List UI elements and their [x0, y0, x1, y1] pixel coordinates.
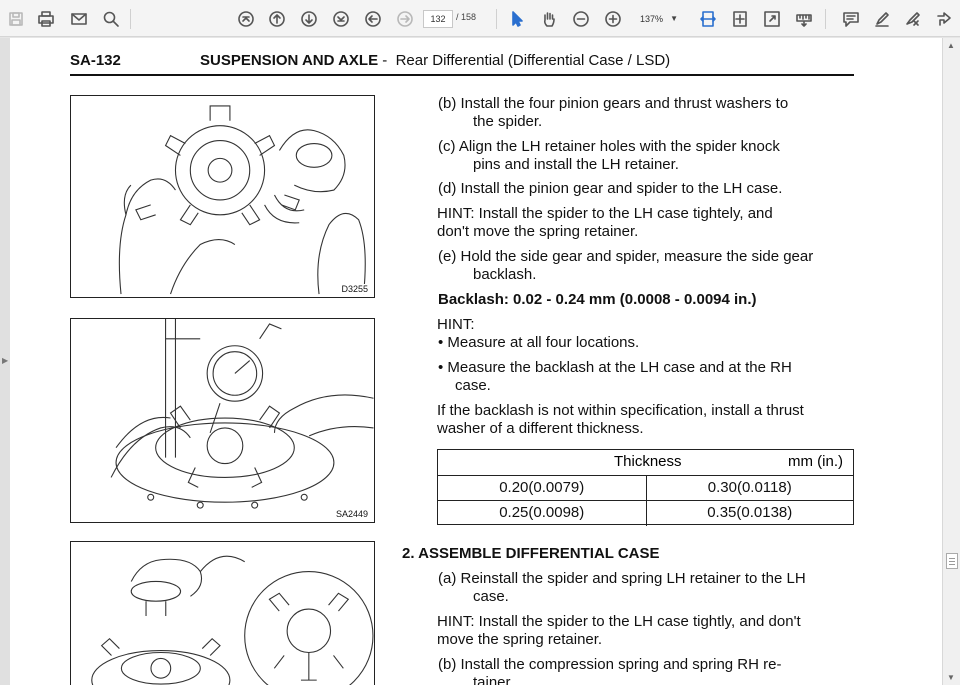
- table-header-thickness: Thickness: [614, 453, 682, 470]
- left-gutter: ▶: [0, 38, 10, 685]
- zoom-in-icon[interactable]: [602, 8, 624, 30]
- table-cell: 0.30(0.0118): [645, 476, 854, 501]
- document-page: SA-132 SUSPENSION AND AXLE - Rear Differ…: [10, 38, 942, 685]
- bullet2-line2: case.: [455, 377, 491, 394]
- fit-width-icon[interactable]: [697, 8, 719, 30]
- spec-note-line2: washer of a different thickness.: [437, 420, 644, 437]
- hint1-line1: HINT: Install the spider to the LH case …: [437, 205, 773, 222]
- print-icon[interactable]: [35, 8, 57, 30]
- table-header: Thickness mm (in.): [438, 450, 853, 475]
- figure-label: D3255: [341, 284, 368, 294]
- save-icon[interactable]: [5, 8, 27, 30]
- figure-pinion-gears: D3255: [70, 95, 375, 298]
- step-c-line1: (c) Align the LH retainer holes with the…: [438, 138, 780, 155]
- page-total: / 158: [456, 12, 477, 22]
- header-rule: [70, 74, 854, 76]
- hint2-line: HINT:: [437, 316, 475, 333]
- table-cell: 0.35(0.0138): [645, 501, 854, 526]
- email-icon[interactable]: [68, 8, 90, 30]
- scroll-down-icon[interactable]: ▼: [947, 673, 955, 682]
- sidebar-toggle-icon[interactable]: ▶: [2, 356, 8, 365]
- figure-label: SA2449: [335, 509, 368, 519]
- hand-tool-icon[interactable]: [538, 8, 560, 30]
- step-b-line1: (b) Install the four pinion gears and th…: [438, 95, 789, 112]
- forward-icon[interactable]: [394, 8, 416, 30]
- step-e-line2: backlash.: [473, 266, 537, 283]
- header-code: SA-132: [70, 52, 121, 69]
- step-2b-line1: (b) Install the compression spring and s…: [438, 656, 782, 673]
- toolbar: 132 / 158 137% ▼: [0, 0, 960, 37]
- step-d-line1: (d) Install the pinion gear and spider t…: [438, 180, 783, 197]
- table-cell: 0.25(0.0098): [499, 504, 585, 521]
- zoom-value: 137%: [640, 14, 664, 24]
- zoom-out-icon[interactable]: [570, 8, 592, 30]
- previous-page-icon[interactable]: [266, 8, 288, 30]
- hint3-line1: HINT: Install the spider to the LH case …: [437, 613, 801, 630]
- select-tool-icon[interactable]: [506, 8, 528, 30]
- scroll-thumb[interactable]: [946, 553, 958, 569]
- step-e-line1: (e) Hold the side gear and spider, measu…: [438, 248, 814, 265]
- page-number-input[interactable]: 132: [423, 10, 453, 28]
- sign-icon[interactable]: [902, 8, 924, 30]
- step-2a-line1: (a) Reinstall the spider and spring LH r…: [438, 570, 806, 587]
- table-cell: 0.20(0.0079): [499, 479, 585, 496]
- header-title-rest: - Rear Differential (Differential Case /…: [378, 52, 671, 69]
- chevron-down-icon: ▼: [670, 14, 678, 23]
- bullet2-line1: • Measure the backlash at the LH case an…: [438, 359, 792, 376]
- step-b-line2: the spider.: [473, 113, 543, 130]
- zoom-select[interactable]: 137% ▼: [634, 10, 684, 28]
- backlash-spec: Backlash: 0.02 - 0.24 mm (0.0008 - 0.009…: [438, 291, 757, 308]
- back-icon[interactable]: [362, 8, 384, 30]
- hint1-line2: don't move the spring retainer.: [437, 223, 639, 240]
- fit-page-icon[interactable]: [729, 8, 751, 30]
- step-c-line2: pins and install the LH retainer.: [473, 156, 679, 173]
- comment-icon[interactable]: [840, 8, 862, 30]
- table-row: 0.25(0.0098) 0.35(0.0138): [438, 500, 854, 526]
- vertical-scrollbar[interactable]: ▲ ▼: [942, 38, 960, 685]
- search-icon[interactable]: [100, 8, 122, 30]
- section-2-heading: 2. ASSEMBLE DIFFERENTIAL CASE: [402, 545, 660, 562]
- share-icon[interactable]: [933, 8, 955, 30]
- hint3-line2: move the spring retainer.: [437, 631, 603, 648]
- figure-assemble-case: [70, 541, 375, 685]
- last-page-icon[interactable]: [330, 8, 352, 30]
- table-row: 0.20(0.0079) 0.30(0.0118): [438, 475, 854, 501]
- bullet1: • Measure at all four locations.: [438, 334, 640, 351]
- table-header-unit: mm (in.): [788, 453, 843, 470]
- scroll-up-icon[interactable]: ▲: [947, 41, 955, 50]
- header-title-bold: SUSPENSION AND AXLE: [200, 52, 379, 69]
- header-title: SUSPENSION AND AXLE - Rear Differential …: [200, 52, 670, 69]
- spec-note-line1: If the backlash is not within specificat…: [437, 402, 804, 419]
- ruler-icon[interactable]: [793, 8, 815, 30]
- next-page-icon[interactable]: [298, 8, 320, 30]
- step-2b-line2: tainer.: [473, 674, 514, 685]
- step-2a-line2: case.: [473, 588, 509, 605]
- highlight-icon[interactable]: [871, 8, 893, 30]
- fullscreen-icon[interactable]: [761, 8, 783, 30]
- thickness-table: Thickness mm (in.) 0.20(0.0079) 0.30(0.0…: [437, 449, 854, 526]
- figure-dial-indicator: SA2449: [70, 318, 375, 523]
- first-page-icon[interactable]: [235, 8, 257, 30]
